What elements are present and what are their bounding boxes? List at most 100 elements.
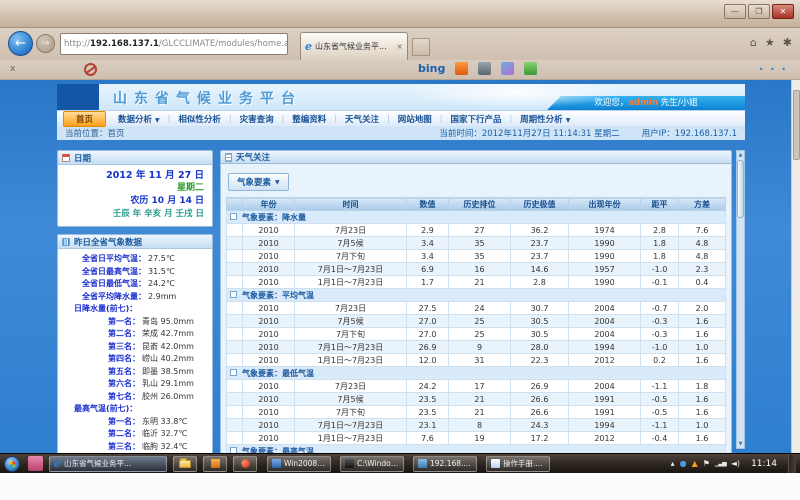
collapse-box-icon[interactable]	[230, 291, 237, 298]
camera-icon[interactable]	[478, 62, 491, 75]
more-options-dots[interactable]: • • •	[759, 65, 788, 74]
welcome-banner: 欢迎您，admin 先生/小姐	[547, 96, 745, 110]
tab-title: 山东省气候业务平...	[315, 41, 387, 52]
taskbar-window-button-0[interactable]: Win2008 (VS2...	[267, 456, 331, 472]
col-header-5[interactable]: 出现年份	[569, 198, 641, 211]
cell-3: 25	[449, 315, 511, 328]
pinned-app-icon[interactable]	[28, 456, 43, 471]
scroll-up-icon[interactable]: ▲	[737, 152, 744, 158]
row-indent-cell	[227, 341, 243, 354]
col-header-2[interactable]: 数值	[407, 198, 449, 211]
nav-item-5[interactable]: 天气关注	[337, 112, 387, 126]
window-minimize-button[interactable]: —	[724, 4, 746, 19]
rank-value: 昆嵛 42.0mm	[142, 341, 194, 354]
group-label-cell[interactable]: 气象要素：最低气温	[227, 367, 726, 380]
taskbar-explorer-button[interactable]	[173, 456, 197, 472]
cell-4: 30.7	[511, 302, 569, 315]
group-label-cell[interactable]: 气象要素：平均气温	[227, 289, 726, 302]
taskbar-window-button-2[interactable]: 192.168.59.99...	[413, 456, 477, 472]
rank-label: 第四名：	[62, 353, 140, 366]
nav-item-6[interactable]: 网站地图	[390, 112, 440, 126]
cell-1: 7月23日	[295, 380, 407, 393]
start-button[interactable]	[4, 456, 20, 472]
main-panel-title: 天气关注	[236, 151, 270, 163]
home-icon[interactable]: ⌂	[750, 36, 757, 49]
cell-0: 2010	[243, 341, 295, 354]
nav-item-4[interactable]: 整编资料	[284, 112, 334, 126]
scroll-down-icon[interactable]: ▼	[737, 441, 744, 447]
hidden-icons-arrow[interactable]: ▴	[671, 459, 675, 468]
new-tab-button[interactable]	[412, 38, 430, 56]
col-header-6[interactable]: 距平	[641, 198, 679, 211]
rank-label: 第三名：	[62, 341, 140, 354]
speaker-icon[interactable]: ◄)	[731, 459, 740, 468]
taskbar-window-button-3[interactable]: 操作手册.docx ...	[486, 456, 550, 472]
browser-scrollbar[interactable]	[791, 80, 800, 453]
network-icon[interactable]: ▁▃▅	[715, 460, 726, 467]
cell-2: 27.5	[407, 302, 449, 315]
cell-2: 27.0	[407, 328, 449, 341]
addon-icon-1[interactable]	[455, 62, 468, 75]
calendar-icon	[62, 154, 70, 162]
col-header-4[interactable]: 历史极值	[511, 198, 569, 211]
cell-3: 31	[449, 354, 511, 367]
taskbar-window-button-1[interactable]: C:\Windows\s...	[340, 456, 404, 472]
nav-item-8[interactable]: 周期性分析▼	[512, 112, 578, 126]
collapse-box-icon[interactable]	[230, 369, 237, 376]
table-row: 20107月1日～7月23日26.9928.01994-1.01.0	[227, 341, 726, 354]
cell-7: 1.0	[679, 341, 726, 354]
cell-0: 2010	[243, 406, 295, 419]
col-header-3[interactable]: 历史排位	[449, 198, 511, 211]
toolbar-close-icon[interactable]: x	[10, 64, 15, 74]
collapse-box-icon[interactable]	[230, 213, 237, 220]
summary-value: 31.5℃	[148, 266, 175, 279]
window-close-button[interactable]: ✕	[772, 4, 794, 19]
taskbar-ie-button[interactable]: e 山东省气候业务平...	[49, 456, 167, 472]
bing-logo[interactable]: bing	[418, 62, 445, 75]
taskbar-clock[interactable]: 11:14	[745, 459, 783, 469]
puzzle-icon[interactable]	[524, 62, 537, 75]
paint-icon[interactable]	[501, 62, 514, 75]
back-button[interactable]: ←	[8, 31, 33, 56]
col-header-0[interactable]: 年份	[243, 198, 295, 211]
element-filter-button[interactable]: 气象要素▼	[228, 173, 289, 191]
flag-icon[interactable]: ⚑	[703, 459, 710, 468]
browser-tab[interactable]: e 山东省气候业务平... ×	[300, 32, 408, 60]
browser-scrollbar-thumb[interactable]	[793, 90, 800, 160]
taskbar-app2-button[interactable]	[203, 456, 227, 472]
table-row: 20107月23日2.92736.219742.87.6	[227, 224, 726, 237]
tools-gear-icon[interactable]: ✱	[783, 36, 792, 49]
tab-close-icon[interactable]: ×	[396, 42, 403, 51]
window-maximize-button[interactable]: ❐	[748, 4, 770, 19]
show-desktop-button[interactable]	[788, 455, 796, 473]
action-center-icon[interactable]: ▲	[692, 459, 698, 468]
chart-icon	[62, 238, 70, 246]
cell-4: 30.5	[511, 315, 569, 328]
group-label-cell[interactable]: 气象要素：最高气温	[227, 445, 726, 454]
summary-value: 2.9mm	[148, 291, 176, 304]
rank-label: 第二名：	[62, 328, 140, 341]
tray-blue-icon[interactable]: ●	[680, 459, 687, 468]
nav-item-2[interactable]: 相似性分析	[170, 112, 229, 126]
content-scrollbar[interactable]: ▲ ▼	[736, 150, 745, 449]
col-header-1[interactable]: 时间	[295, 198, 407, 211]
ie-icon: e	[54, 457, 61, 470]
group-label-cell[interactable]: 气象要素：降水量	[227, 211, 726, 224]
row-indent-cell	[227, 263, 243, 276]
favorites-star-icon[interactable]: ★	[765, 36, 775, 49]
forward-button[interactable]: →	[36, 34, 55, 53]
table-row: 20107月5候3.43523.719901.84.8	[227, 237, 726, 250]
col-header-7[interactable]: 方差	[679, 198, 726, 211]
nav-item-7[interactable]: 国家下行产品	[442, 112, 509, 126]
summary-row-0: 全省日平均气温：27.5℃	[62, 253, 208, 266]
nav-item-0[interactable]: 首页	[63, 111, 106, 127]
blocked-icon[interactable]	[84, 63, 97, 76]
cell-3: 25	[449, 328, 511, 341]
cell-7: 0.4	[679, 276, 726, 289]
scrollbar-thumb[interactable]	[737, 160, 744, 218]
nav-item-1[interactable]: 数据分析▼	[110, 112, 168, 126]
cell-1: 7月5候	[295, 315, 407, 328]
nav-item-3[interactable]: 灾害查询	[232, 112, 282, 126]
taskbar-app3-button[interactable]	[233, 456, 257, 472]
address-bar[interactable]: http://192.168.137.1/GLCCLIMATE/modules/…	[60, 33, 288, 55]
